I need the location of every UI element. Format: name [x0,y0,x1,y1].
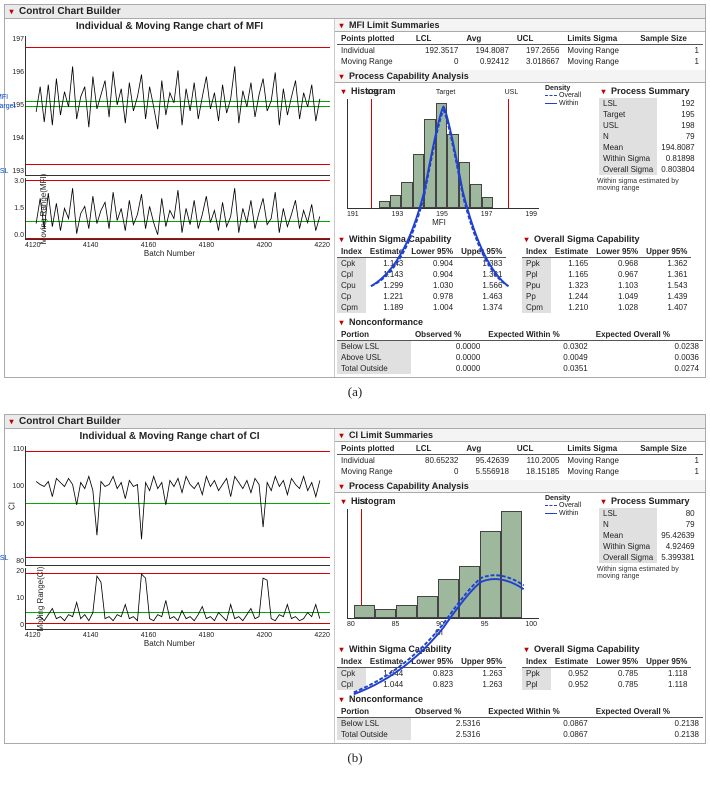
disclosure-icon[interactable]: ▾ [7,417,16,426]
nonconf-table-a: PortionObserved %Expected Within %Expect… [337,329,703,374]
disclosure-icon[interactable]: ▾ [599,87,608,96]
lsl-tag-b: LSL [0,555,8,562]
charts-a: Individual & Moving Range chart of MFI 1… [5,19,335,377]
label-a: (a) [4,384,706,400]
x-label-b: Batch Number [5,639,334,648]
y-ticks-b2: 2010 0 [4,568,24,629]
series-line-a2 [26,178,330,241]
mfi-label: MFI [0,94,8,101]
chart-title-b: Individual & Moving Range chart of CI [5,429,334,444]
builder-header-a[interactable]: ▾ Control Chart Builder [5,5,705,19]
lsl-tag-a: LSL [0,168,8,175]
builder-header-b[interactable]: ▾ Control Chart Builder [5,415,705,429]
disclosure-icon[interactable]: ▾ [7,7,16,16]
disclosure-icon[interactable]: ▾ [599,497,608,506]
y1-label-b: CI [8,502,17,510]
overall-cap-b: ▾Overall Sigma Capability IndexEstimateL… [520,643,705,693]
disclosure-icon[interactable]: ▾ [339,497,348,506]
panel-b: ▾ Control Chart Builder Individual & Mov… [4,414,706,744]
target-tag: Target [0,103,15,110]
limitsum-header-a[interactable]: ▾ MFI Limit Summaries [335,19,705,32]
limit-table-b: Points plottedLCLAvgUCLLimits SigmaSampl… [337,443,703,477]
disclosure-icon[interactable]: ▾ [339,87,348,96]
label-b: (b) [4,750,706,766]
hist-block-b: ▾ Histogram LSL [335,493,543,643]
overall-table-a: IndexEstimateLower 95%Upper 95% Ppk1.165… [522,246,691,313]
chart-title-a: Individual & Moving Range chart of MFI [5,19,334,34]
panel-a: ▾ Control Chart Builder Individual & Mov… [4,4,706,378]
disclosure-icon[interactable]: ▾ [337,21,346,30]
overall-cap-a: ▾Overall Sigma Capability IndexEstimateL… [520,233,705,316]
disclosure-icon[interactable]: ▾ [337,235,346,244]
summary-note-b: Within sigma estimated by moving range [597,566,703,580]
density-curve-a [348,99,539,290]
right-col-b: ▾ CI Limit Summaries Points plottedLCLAv… [335,429,705,743]
nonconf-table-b: PortionObserved %Expected Within %Expect… [337,706,703,740]
summary-header-a[interactable]: ▾ Process Summary [597,85,703,97]
nonconf-header-a[interactable]: ▾Nonconformance [335,316,705,328]
pca-header-b[interactable]: ▾ Process Capability Analysis [335,480,705,493]
right-col-a: ▾ MFI Limit Summaries Points plottedLCLA… [335,19,705,377]
series-line-b2 [26,568,330,631]
builder-title-b: Control Chart Builder [19,416,121,427]
y-ticks-a2: 3.01.50.0 [4,178,24,239]
summary-table-a: LSL192 Target195 USL198 N79 Mean194.8087… [599,98,699,175]
disclosure-icon[interactable]: ▾ [337,318,346,327]
mr-chart-b: 2010 0 Moving Range(CI) [25,568,330,630]
summary-note-a: Within sigma estimated by moving range [597,178,703,192]
histogram-b: LSL [347,509,539,619]
overall-table-b: IndexEstimateLower 95%Upper 95% Ppk0.952… [522,656,691,690]
legend-a: Density Overall Within [543,83,595,233]
density-curve-b [348,509,539,700]
disclosure-icon[interactable]: ▾ [337,72,346,81]
summary-a: ▾ Process Summary LSL192 Target195 USL19… [595,83,705,233]
disclosure-icon[interactable]: ▾ [337,482,346,491]
disclosure-icon[interactable]: ▾ [337,695,346,704]
series-line-a1 [26,36,330,178]
x-axis-a: 41204140 41604180 42004220 [25,242,330,249]
hist-block-a: ▾ Histogram LSL Target USL [335,83,543,233]
disclosure-icon[interactable]: ▾ [337,645,346,654]
individual-chart-b: 110100 9080 CI LSL [25,446,330,566]
summary-header-b[interactable]: ▾ Process Summary [597,495,703,507]
pca-header-a[interactable]: ▾ Process Capability Analysis [335,70,705,83]
x-label-a: Batch Number [5,249,334,258]
charts-b: Individual & Moving Range chart of CI 11… [5,429,335,743]
builder-title-a: Control Chart Builder [19,6,121,17]
limit-table-a: Points plottedLCLAvgUCLLimits SigmaSampl… [337,33,703,67]
individual-chart-a: 197196 195194 193 MFI Target LSL [25,36,330,176]
limitsum-header-b[interactable]: ▾ CI Limit Summaries [335,429,705,442]
summary-b: ▾ Process Summary LSL80 N79 Mean95.42639… [595,493,705,643]
summary-table-b: LSL80 N79 Mean95.42639 Within Sigma4.924… [599,508,699,563]
histogram-a: LSL Target USL [347,99,539,209]
series-line-b1 [26,446,330,568]
disclosure-icon[interactable]: ▾ [337,431,346,440]
legend-b: Density Overall Within [543,493,595,643]
x-axis-b: 41204140 41604180 42004220 [25,632,330,639]
mr-chart-a: 3.01.50.0 Moving Range(MFI) [25,178,330,240]
